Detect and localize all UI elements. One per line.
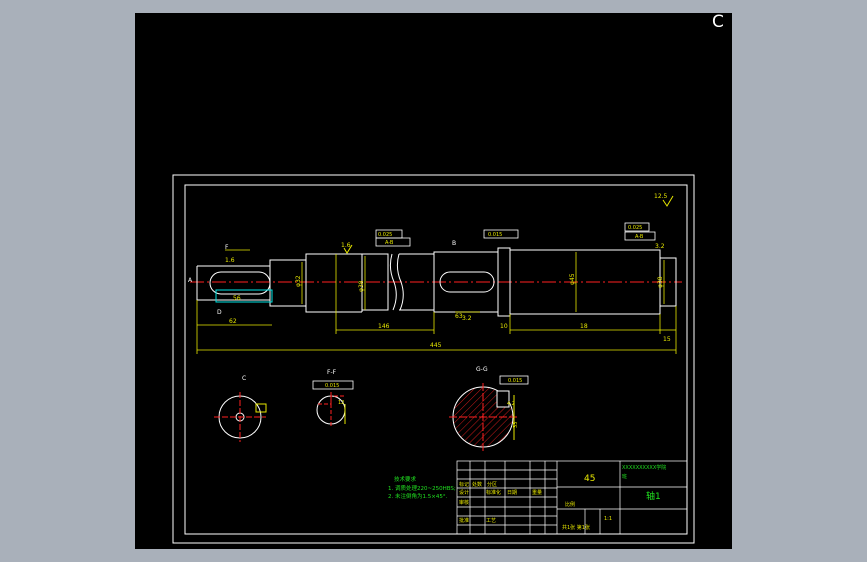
roughness-4: 3.2 [462,315,472,322]
roughness-1: 1.6 [341,242,351,249]
datum-a: A [188,277,193,284]
dim-dia-left: φ32 [295,275,302,287]
tol-frame-7: 0.015 [508,378,522,384]
dim-mid: 146 [378,323,390,330]
tol-frame-1: 0.025 [378,232,392,238]
scale-label: 比例 [565,501,575,508]
class-name: 班 [622,473,627,480]
dim-shoulder: 10 [500,323,508,330]
technical-notes: 技术要求 1. 调质处理220~250HBS; 2. 未注倒角为1.5×45°. [388,475,456,500]
keyway-left [209,271,271,295]
drawn-label: 设计 [459,489,469,496]
section-label-ff: F-F [327,369,337,376]
notes-line-1: 1. 调质处理220~250HBS; [388,484,456,492]
tol-frame-4: 0.025 [628,225,642,231]
tol-frame-5: A-B [635,234,644,240]
tol-frame-6: 0.015 [325,383,339,389]
section-dim-2: 33 [513,422,519,428]
drawing-frame [184,184,688,535]
section-dim-3: 4.2 [507,401,515,407]
weight-label: 重量 [532,489,542,496]
dim-dia-right2: φ38 [657,276,664,288]
dim-overall: 445 [430,342,442,349]
dimension-texts: 445 62 146 18 10 15 56 63 φ32 φ38 φ45 φ3… [229,273,671,349]
dim-right-end: 15 [663,336,671,343]
qty-label: 处数 [472,481,482,488]
section-view-c [214,392,267,442]
roughness-3: 3.2 [655,243,665,250]
notes-line-2: 2. 未注倒角为1.5×45°. [388,492,448,500]
dim-left: 62 [229,318,237,325]
section-view-ff: 12 [316,392,346,428]
sheet-count: 共1张 第1张 [562,524,590,531]
dim-dia-mid: φ38 [358,280,365,292]
roughness-general: 12.5 [654,193,668,200]
section-label-d: D [217,309,222,316]
engineering-drawing: 445 62 146 18 10 15 56 63 φ32 φ38 φ45 φ3… [172,174,695,544]
standard-label: 标准化 [486,489,501,496]
notes-title: 技术要求 [394,475,417,483]
section-label-c: C [242,375,246,382]
tol-frame-3: 0.015 [488,232,502,238]
approved-label: 批准 [459,517,469,524]
date-label: 日期 [507,490,517,496]
tol-frame-2: A-B [385,240,394,246]
section-label-gg: G-G [476,366,488,373]
datum-b: B [452,240,456,247]
tolerance-frames: 0.025 A-B 0.015 0.025 A-B 0.015 0.015 [312,222,656,390]
title-block-text: 45 轴1 XXXXXXXXXX学院 班 比例 1:1 共1张 第1张 设计 审… [459,464,666,531]
material: 45 [584,474,595,484]
dim-right: 18 [580,323,588,330]
mark-label: 标记 [459,481,469,488]
school-name: XXXXXXXXXX学院 [622,464,666,471]
process-label: 工艺 [486,518,496,524]
zone-label: 分区 [487,481,497,488]
checked-label: 审核 [459,499,469,506]
roughness-2: 1.6 [225,257,235,264]
scale-value: 1:1 [604,516,612,522]
dim-dia-right: φ45 [569,273,576,285]
section-dim-1: 12 [338,400,344,406]
dim-keyway-len: 56 [233,295,241,302]
section-label-f: F [225,244,229,251]
part-name: 轴1 [646,490,661,502]
section-view-gg: 33 4.2 [449,383,519,451]
roughness-marks: 12.5 1.6 1.6 3.2 3.2 [225,193,674,322]
